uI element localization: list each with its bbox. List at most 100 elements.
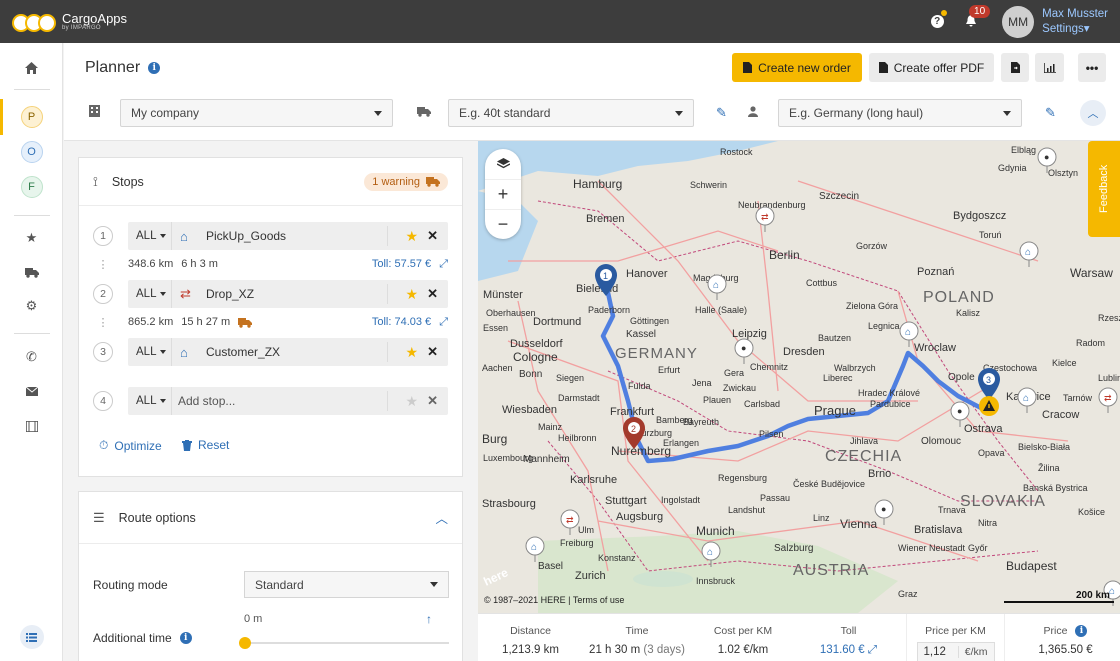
map-label: CZECHIA [825, 448, 902, 465]
company-select[interactable]: My company [120, 99, 393, 127]
route-map[interactable]: Hamburg Bremen Schwerin Rostock Szczecin… [478, 141, 1120, 613]
map-label: Legnica [868, 321, 900, 331]
stat-label: Price [1043, 625, 1068, 637]
app-logo[interactable]: CargoApps by IMPARGO [12, 11, 127, 33]
chart-button[interactable] [1035, 53, 1064, 82]
app-name: CargoApps [62, 11, 128, 26]
routing-mode-select[interactable]: Standard [244, 571, 449, 598]
export-button[interactable] [1001, 53, 1029, 82]
segment-toll[interactable]: Toll: 74.03 € [372, 316, 431, 328]
rail-favorites[interactable]: ★ [0, 221, 63, 255]
stop-field[interactable]: ALL ⌂ Customer_ZX ★ ✕ [128, 338, 448, 366]
here-logo: here [481, 565, 510, 589]
zoom-in-button[interactable]: + [485, 179, 521, 209]
poi-pin-icon: ⌂ [1017, 387, 1037, 413]
stop-name[interactable]: PickUp_Goods [206, 229, 286, 243]
info-icon[interactable]: i [179, 632, 192, 644]
feedback-tab[interactable]: Feedback [1088, 141, 1120, 237]
map-label: Kielce [1052, 358, 1077, 368]
map-label: Žilina [1038, 463, 1060, 473]
rail-film[interactable] [0, 409, 63, 443]
rail-freight[interactable]: F [0, 170, 63, 204]
remove-stop-close-icon[interactable]: ✕ [427, 344, 438, 360]
avatar[interactable]: MM [1002, 5, 1035, 38]
vehicle-select[interactable]: E.g. 40t standard [448, 99, 694, 127]
warning-marker-icon [979, 396, 999, 416]
svg-text:●: ● [881, 504, 886, 514]
map-label: Walbrzych [834, 363, 876, 373]
create-order-button[interactable]: Create new order [732, 53, 862, 82]
map-label: Chemnitz [750, 362, 789, 372]
notifications-button[interactable]: 10 [954, 0, 991, 43]
stop-field[interactable]: ALL ⌂ PickUp_Goods ★ ✕ [128, 222, 448, 250]
profile-select[interactable]: E.g. Germany (long haul) [778, 99, 1022, 127]
stop-name[interactable]: Drop_XZ [206, 287, 254, 301]
stop-name[interactable]: Customer_ZX [206, 345, 280, 359]
document-icon [878, 62, 888, 73]
svg-text:⌂: ⌂ [1023, 393, 1029, 404]
map-label: Münster [483, 289, 523, 301]
info-icon[interactable]: i [148, 62, 161, 74]
user-name[interactable]: Max Musster [1042, 7, 1108, 22]
expand-icon[interactable]: ⤢ [439, 258, 448, 271]
remove-stop-close-icon[interactable]: ✕ [427, 393, 438, 409]
add-stop-input[interactable]: Add stop... [178, 394, 235, 408]
info-icon[interactable]: i [1075, 625, 1088, 637]
favorite-star-icon[interactable]: ★ [405, 286, 418, 303]
file-export-icon [1010, 62, 1020, 73]
stop-field[interactable]: ALL ⇄ Drop_XZ ★ ✕ [128, 280, 448, 308]
stop-mode-dropdown[interactable]: ALL [128, 338, 172, 366]
rail-fleet[interactable] [0, 255, 63, 289]
price-per-km-input[interactable]: 1,12 €/km [916, 642, 995, 661]
stop-mode-dropdown[interactable]: ALL [128, 222, 172, 250]
rail-planner[interactable]: P [0, 100, 63, 134]
reset-button[interactable]: Reset [182, 438, 229, 452]
favorite-star-icon[interactable]: ★ [405, 228, 418, 245]
map-label: Augsburg [616, 511, 663, 523]
map-label: Opole [948, 372, 975, 383]
expand-icon[interactable]: ⤢ [439, 316, 448, 329]
segment-toll[interactable]: Toll: 57.57 € [372, 258, 431, 270]
rail-mail[interactable] [0, 374, 63, 408]
rail-phone[interactable]: ✆ [0, 340, 63, 374]
more-button[interactable]: ••• [1078, 53, 1106, 82]
rail-home[interactable] [0, 51, 63, 85]
map-label: Siegen [556, 373, 584, 383]
stop-mode-dropdown[interactable]: ALL [128, 387, 172, 415]
remove-stop-close-icon[interactable]: ✕ [427, 286, 438, 302]
settings-link[interactable]: Settings▾ [1042, 22, 1108, 37]
home-icon [25, 62, 38, 74]
additional-time-track [244, 642, 449, 644]
stop-mode-dropdown[interactable]: ALL [128, 280, 172, 308]
stat-value[interactable]: 131.60 € [820, 644, 865, 656]
create-offer-pdf-button[interactable]: Create offer PDF [869, 53, 994, 82]
favorite-star-icon[interactable]: ★ [405, 344, 418, 361]
map-label: Heilbronn [558, 433, 597, 443]
add-stop-field[interactable]: ALL Add stop... ★ ✕ [128, 387, 448, 415]
rail-settings[interactable]: ⚙ [0, 289, 63, 323]
map-label: Linz [813, 513, 830, 523]
rail-orders[interactable]: O [0, 135, 63, 169]
additional-time-slider[interactable] [239, 637, 251, 649]
edit-vehicle-pencil-icon[interactable]: ✎ [716, 105, 727, 121]
map-label: Kalisz [956, 308, 981, 318]
expand-icon[interactable]: ⤢ [868, 644, 877, 656]
map-label: Innsbruck [696, 576, 736, 586]
segment-1: ⋮ 348.6 km 6 h 3 m Toll: 57.57 € ⤢ [97, 257, 449, 271]
additional-time-row: Additional time i [93, 631, 192, 645]
edit-profile-pencil-icon[interactable]: ✎ [1045, 105, 1056, 121]
chevron-up-icon[interactable]: ︿ [435, 508, 448, 527]
rail-list-toggle[interactable] [0, 620, 63, 654]
remove-stop-close-icon[interactable]: ✕ [427, 228, 438, 244]
favorite-star-icon[interactable]: ★ [405, 393, 418, 410]
help-button[interactable]: ? [920, 0, 954, 43]
map-label: Erfurt [658, 365, 681, 375]
warning-badge[interactable]: 1 warning [364, 172, 448, 191]
map-label: Passau [760, 493, 790, 503]
stop-row-3: 3 ALL ⌂ Customer_ZX ★ ✕ [93, 338, 448, 366]
layers-button[interactable] [485, 149, 521, 179]
zoom-out-button[interactable]: − [485, 209, 521, 239]
arrow-up-icon[interactable]: ↑ [426, 612, 432, 626]
collapse-header-button[interactable]: ︿ [1080, 100, 1106, 126]
optimize-button[interactable]: ⏱ Optimize [99, 438, 162, 453]
